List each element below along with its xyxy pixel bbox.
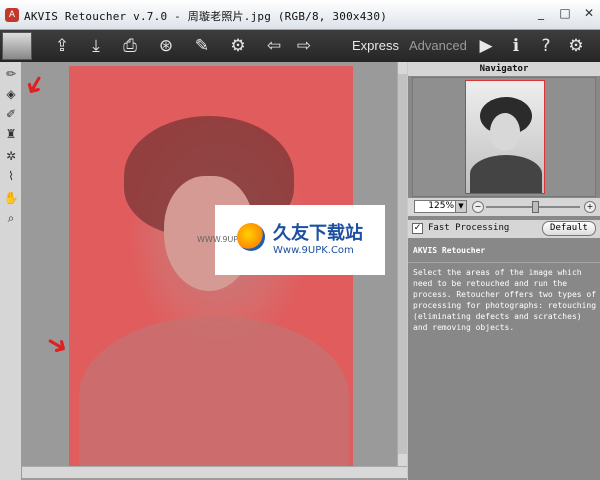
- watermark-logo-icon: [237, 223, 265, 251]
- thumbnail-face: [490, 113, 520, 151]
- app-logo-icon: A: [5, 8, 19, 22]
- red-arrow-annotation: ➜: [16, 68, 54, 102]
- window-titlebar: A AKVIS Retoucher v.7.0 - 周璇老照片.jpg (RGB…: [0, 0, 600, 30]
- zoom-controls: 125% ▼ − +: [408, 198, 600, 216]
- horizontal-scrollbar[interactable]: [22, 466, 407, 478]
- zoom-dropdown-icon[interactable]: ▼: [455, 200, 467, 213]
- zoom-out-button[interactable]: −: [472, 201, 484, 213]
- help-icon[interactable]: ?: [534, 34, 558, 58]
- site-watermark: WWW.9UPK.COM 久友下载站 Www.9UPK.Com: [197, 205, 385, 275]
- settings-gear-icon[interactable]: ⚙: [226, 34, 250, 58]
- zoom-value-input[interactable]: 125%: [414, 200, 458, 213]
- preferences-gear-icon[interactable]: ⚙: [564, 34, 588, 58]
- main-toolbar: ⇪ ⤓ ⎙ ⊛ ✎ ⚙ ⇦ ⇨ Express Advanced ▶ ℹ ? ⚙: [0, 30, 600, 62]
- advanced-mode-tab[interactable]: Advanced: [409, 38, 467, 53]
- vertical-scroll-thumb[interactable]: [398, 74, 407, 454]
- undo-icon[interactable]: ⇦: [262, 34, 286, 58]
- navigator-preview[interactable]: [412, 77, 596, 197]
- right-panel: Navigator 125% ▼ − + ✓ Fast Processing D…: [408, 62, 600, 480]
- vertical-scrollbar[interactable]: [397, 62, 407, 466]
- info-icon[interactable]: ℹ: [504, 34, 528, 58]
- window-controls: _ □ ✕: [534, 6, 596, 20]
- redo-icon[interactable]: ⇨: [292, 34, 316, 58]
- express-mode-tab[interactable]: Express: [352, 38, 399, 53]
- open-icon[interactable]: ⇪: [50, 34, 74, 58]
- minimize-button[interactable]: _: [534, 6, 548, 20]
- help-title: AKVIS Retoucher: [413, 246, 486, 255]
- help-divider: [408, 262, 600, 263]
- watermark-title: 久友下载站: [273, 223, 363, 244]
- zoom-slider-knob[interactable]: [531, 201, 539, 213]
- tools-panel: ✏ ◈ ✐ ♜ ✲ ⌇ ✋ ⌕: [0, 62, 22, 480]
- save-icon[interactable]: ⤓: [84, 34, 108, 58]
- zoom-icon[interactable]: ⌕: [3, 210, 19, 226]
- fast-processing-label: Fast Processing: [428, 223, 510, 233]
- fast-processing-checkbox[interactable]: ✓: [412, 223, 423, 234]
- thumbnail-dress: [470, 155, 542, 193]
- zoom-in-button[interactable]: +: [584, 201, 596, 213]
- brush-icon[interactable]: ✎: [190, 34, 214, 58]
- print-icon[interactable]: ⎙: [118, 34, 142, 58]
- akvis-logo-icon: [2, 32, 32, 60]
- default-button[interactable]: Default: [542, 221, 596, 236]
- portrait-dress: [79, 316, 349, 466]
- magic-wand-icon[interactable]: ✲: [3, 148, 19, 164]
- run-icon[interactable]: ▶: [474, 34, 498, 58]
- navigator-title: Navigator: [408, 62, 600, 76]
- share-icon[interactable]: ⊛: [154, 34, 178, 58]
- hand-icon[interactable]: ✋: [3, 190, 19, 206]
- processing-options: ✓ Fast Processing Default: [408, 220, 600, 238]
- close-button[interactable]: ✕: [582, 6, 596, 20]
- navigator-thumbnail[interactable]: [465, 80, 545, 194]
- patch-icon[interactable]: ✐: [3, 106, 19, 122]
- dropper-icon[interactable]: ⌇: [3, 168, 19, 184]
- watermark-url: Www.9UPK.Com: [273, 245, 354, 256]
- window-title: AKVIS Retoucher v.7.0 - 周璇老照片.jpg (RGB/8…: [24, 10, 388, 23]
- help-text: Select the areas of the image which need…: [413, 268, 597, 332]
- fill-icon[interactable]: ♜: [3, 126, 19, 142]
- maximize-button[interactable]: □: [558, 6, 572, 20]
- eraser-icon[interactable]: ◈: [3, 86, 19, 102]
- pencil-icon[interactable]: ✏: [3, 66, 19, 82]
